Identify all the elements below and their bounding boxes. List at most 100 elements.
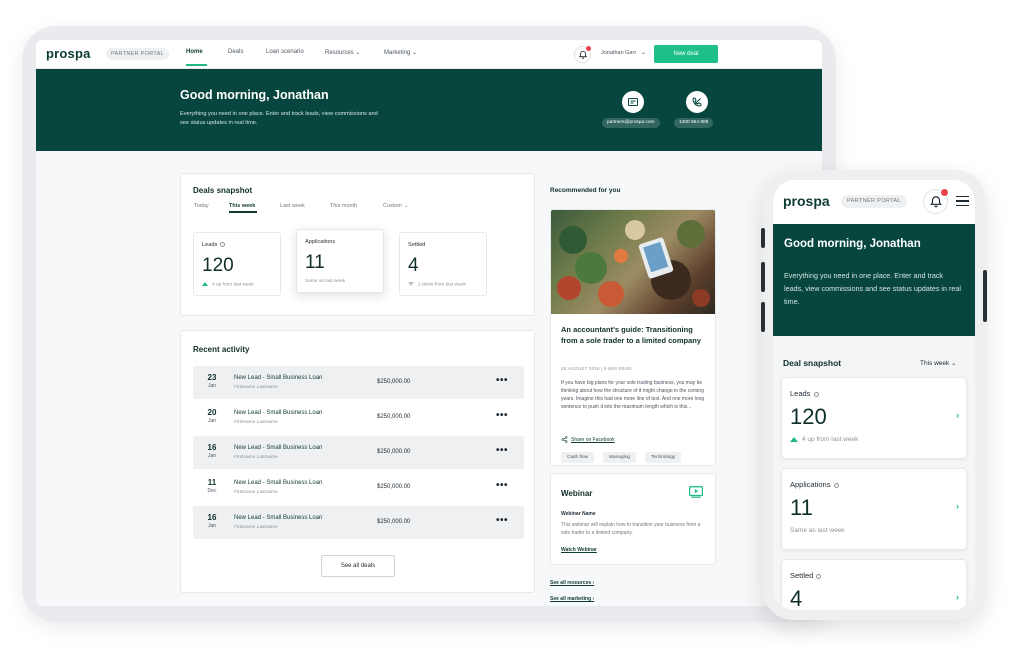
see-all-marketing-link[interactable]: See all marketing › bbox=[550, 596, 594, 602]
activity-row[interactable]: 16 Jan New Lead - Small Business Loan Fi… bbox=[193, 436, 524, 469]
activity-row[interactable]: 11 Dec New Lead - Small Business Loan Fi… bbox=[193, 471, 524, 504]
phone-side-button bbox=[761, 262, 765, 292]
nav-marketing[interactable]: Marketing ⌄ bbox=[384, 49, 417, 56]
mobile-stat-card-settled[interactable]: Settled 4 › bbox=[781, 559, 967, 610]
chevron-right-icon[interactable]: › bbox=[956, 592, 959, 602]
marketing-composite: prospa PARTNER PORTAL Home Deals Loan sc… bbox=[0, 0, 1024, 663]
activity-row[interactable]: 23 Jan New Lead - Small Business Loan Fi… bbox=[193, 366, 524, 399]
recommended-heading: Recommended for you bbox=[550, 187, 621, 194]
activity-month: Jan bbox=[207, 418, 217, 424]
tag-managing[interactable]: Managing bbox=[603, 452, 637, 463]
tab-this-month[interactable]: This month bbox=[330, 203, 357, 209]
mobile-screen: prospa PARTNER PORTAL Good morning, Jona… bbox=[773, 180, 975, 610]
stat-card-applications[interactable]: Applications 11 Same as last week bbox=[296, 229, 384, 293]
notifications-button[interactable] bbox=[923, 189, 948, 214]
email-address[interactable]: partners@prospa.com bbox=[602, 118, 660, 128]
activity-month: Jan bbox=[207, 523, 217, 529]
activity-title: New Lead - Small Business Loan bbox=[234, 445, 323, 451]
activity-subtitle: Firstname Lastname bbox=[234, 490, 278, 495]
webinar-name: Webinar Name bbox=[561, 511, 596, 517]
tab-custom[interactable]: Custom ⌄ bbox=[383, 203, 408, 209]
info-icon bbox=[816, 573, 822, 579]
mobile-stat-card-applications[interactable]: Applications 11 Same as last week › bbox=[781, 468, 967, 550]
stat-label-settled: Settled bbox=[408, 242, 426, 248]
watch-webinar-link[interactable]: Watch Webinar bbox=[561, 547, 597, 553]
chevron-right-icon[interactable]: › bbox=[956, 410, 959, 420]
stat-value-leads: 120 bbox=[790, 404, 827, 429]
flower-market-photo bbox=[557, 220, 710, 307]
activity-row[interactable]: 16 Jan New Lead - Small Business Loan Fi… bbox=[193, 506, 524, 539]
activity-day: 16 bbox=[207, 513, 217, 522]
stat-note-text: 2 down from last week bbox=[418, 282, 466, 288]
stat-label-settled: Settled bbox=[790, 571, 822, 580]
stat-note-leads: 4 up from last week bbox=[790, 436, 858, 443]
tab-last-week[interactable]: Last week bbox=[280, 203, 305, 209]
greeting-subtitle: Everything you need in one place. Enter … bbox=[180, 111, 378, 126]
tab-this-week[interactable]: This week bbox=[229, 203, 255, 209]
deal-snapshot-title: Deal snapshot bbox=[783, 358, 842, 368]
email-contact-button[interactable] bbox=[622, 91, 644, 113]
arrow-down-icon bbox=[408, 282, 414, 286]
stat-label-applications: Applications bbox=[305, 239, 336, 245]
article-image bbox=[551, 210, 715, 314]
phone-number[interactable]: 1300 964 808 bbox=[674, 118, 714, 128]
more-options-icon[interactable]: ••• bbox=[496, 445, 508, 456]
stat-note-applications: Same as last week bbox=[790, 527, 845, 534]
stat-note-applications: Same as last week bbox=[305, 279, 346, 284]
nav-loan-scenario[interactable]: Loan scenario bbox=[266, 49, 304, 55]
phone-contact-button[interactable] bbox=[686, 91, 708, 113]
recent-activity-card: Recent activity 23 Jan New Lead - Small … bbox=[180, 330, 535, 593]
chevron-right-icon[interactable]: › bbox=[956, 501, 959, 511]
tag-technology[interactable]: Technology bbox=[645, 452, 682, 463]
period-dropdown[interactable]: This week ⌄ bbox=[920, 359, 957, 367]
activity-title: New Lead - Small Business Loan bbox=[234, 480, 323, 486]
activity-subtitle: Firstname Lastname bbox=[234, 455, 278, 460]
hamburger-menu-icon[interactable] bbox=[956, 196, 969, 207]
activity-day: 11 bbox=[207, 478, 217, 487]
activity-row[interactable]: 20 Jan New Lead - Small Business Loan Fi… bbox=[193, 401, 524, 434]
notification-dot bbox=[941, 189, 948, 196]
article-card[interactable]: An accountant's guide: Transitioning fro… bbox=[550, 209, 716, 466]
stat-value-settled: 4 bbox=[408, 255, 419, 276]
activity-month: Dec bbox=[207, 488, 217, 494]
nav-deals[interactable]: Deals bbox=[228, 49, 243, 55]
prospa-logo[interactable]: prospa bbox=[783, 193, 830, 209]
see-all-deals-button[interactable]: See all deals bbox=[321, 555, 395, 577]
stat-value-applications: 11 bbox=[790, 495, 813, 520]
video-icon bbox=[689, 486, 703, 498]
more-options-icon[interactable]: ••• bbox=[496, 480, 508, 491]
activity-amount: $250,000.00 bbox=[377, 449, 411, 455]
activity-title: New Lead - Small Business Loan bbox=[234, 375, 323, 381]
stat-label-leads: Leads bbox=[202, 242, 225, 248]
nav-home[interactable]: Home bbox=[186, 49, 203, 55]
share-on-facebook-link[interactable]: Share on Facebook bbox=[561, 436, 615, 443]
mobile-stat-card-leads[interactable]: Leads 120 4 up from last week › bbox=[781, 377, 967, 459]
activity-amount: $250,000.00 bbox=[377, 484, 411, 490]
stat-note-text: 4 up from last week bbox=[212, 282, 254, 288]
chevron-down-icon[interactable]: ⌄ bbox=[641, 49, 646, 56]
prospa-logo[interactable]: prospa bbox=[46, 46, 91, 61]
article-title[interactable]: An accountant's guide: Transitioning fro… bbox=[561, 324, 709, 346]
notifications-button[interactable] bbox=[574, 46, 591, 63]
desktop-screen: prospa PARTNER PORTAL Home Deals Loan sc… bbox=[36, 40, 822, 606]
stat-card-settled[interactable]: Settled 4 2 down from last week bbox=[399, 232, 487, 296]
mail-icon bbox=[628, 98, 638, 106]
more-options-icon[interactable]: ••• bbox=[496, 375, 508, 386]
user-menu[interactable]: Jonathan Garr bbox=[601, 50, 636, 56]
see-all-resources-link[interactable]: See all resources › bbox=[550, 580, 594, 586]
desktop-device-frame: prospa PARTNER PORTAL Home Deals Loan sc… bbox=[22, 26, 836, 622]
activity-month: Jan bbox=[207, 453, 217, 459]
new-deal-button[interactable]: New deal bbox=[654, 45, 718, 63]
more-options-icon[interactable]: ••• bbox=[496, 515, 508, 526]
active-tab-indicator bbox=[229, 211, 257, 213]
stat-card-leads[interactable]: Leads 120 4 up from last week bbox=[193, 232, 281, 296]
more-options-icon[interactable]: ••• bbox=[496, 410, 508, 421]
stat-note-text: 4 up from last week bbox=[802, 436, 859, 443]
nav-resources[interactable]: Resources ⌄ bbox=[325, 49, 360, 56]
info-icon bbox=[219, 242, 225, 248]
tag-cash-flow[interactable]: Cash flow bbox=[561, 452, 595, 463]
mobile-header: prospa PARTNER PORTAL bbox=[773, 180, 975, 224]
webinar-card[interactable]: Webinar Webinar Name This webinar will e… bbox=[550, 473, 716, 565]
tab-today[interactable]: Today bbox=[194, 203, 209, 209]
top-navigation: prospa PARTNER PORTAL Home Deals Loan sc… bbox=[36, 40, 822, 69]
